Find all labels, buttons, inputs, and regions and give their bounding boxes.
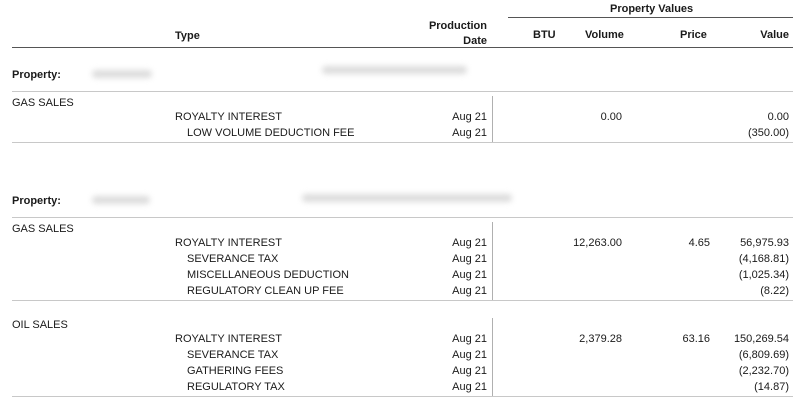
row-value: (6,809.69): [738, 349, 789, 361]
volume-header: Volume: [585, 29, 624, 41]
row-type: ROYALTY INTEREST: [175, 111, 282, 123]
header-rule: [12, 47, 793, 48]
section-rule: [12, 217, 793, 218]
redacted-property-id: [92, 196, 150, 204]
row-type: SEVERANCE TAX: [187, 349, 279, 361]
row-value: 56,975.93: [740, 237, 789, 249]
section-end-rule: [12, 396, 793, 397]
redacted-property-name: [322, 66, 467, 74]
row-value: (4,168.81): [738, 253, 789, 265]
row-date: Aug 21: [452, 111, 487, 123]
category-label: GAS SALES: [12, 97, 74, 109]
row-value: 0.00: [767, 111, 789, 123]
row-type: SEVERANCE TAX: [187, 253, 279, 265]
category-label: GAS SALES: [12, 223, 74, 235]
row-value: (2,232.70): [738, 365, 789, 377]
row-value: (8.22): [760, 285, 789, 297]
property-values-rule: [508, 17, 793, 18]
btu-header: BTU: [533, 29, 556, 41]
category-label: OIL SALES: [12, 319, 68, 331]
property-values-header: Property Values: [610, 3, 694, 15]
row-type: REGULATORY CLEAN UP FEE: [187, 285, 344, 297]
type-header: Type: [175, 30, 200, 42]
section-end-rule: [12, 142, 793, 143]
row-date: Aug 21: [452, 127, 487, 139]
row-date: Aug 21: [452, 365, 487, 377]
row-date: Aug 21: [452, 333, 487, 345]
production-header-line1: Production: [428, 20, 487, 32]
row-date: Aug 21: [452, 349, 487, 361]
row-value: (14.87): [754, 381, 789, 393]
column-divider: [492, 222, 493, 300]
row-date: Aug 21: [452, 253, 487, 265]
production-header-line2: Date: [463, 35, 487, 47]
row-type: LOW VOLUME DEDUCTION FEE: [187, 127, 355, 139]
price-header: Price: [680, 29, 707, 41]
row-value: (350.00): [748, 127, 789, 139]
row-value: (1,025.34): [738, 269, 789, 281]
row-type: ROYALTY INTEREST: [175, 333, 282, 345]
row-volume: 0.00: [600, 111, 622, 123]
group-rule: [12, 300, 793, 301]
row-type: GATHERING FEES: [187, 365, 284, 377]
property-label: Property:: [12, 69, 61, 81]
section-rule: [12, 91, 793, 92]
property-label: Property:: [12, 195, 61, 207]
row-date: Aug 21: [452, 269, 487, 281]
row-date: Aug 21: [452, 381, 487, 393]
row-date: Aug 21: [452, 285, 487, 297]
row-type: REGULATORY TAX: [187, 381, 285, 393]
row-type: ROYALTY INTEREST: [175, 237, 282, 249]
column-divider: [492, 96, 493, 142]
row-date: Aug 21: [452, 237, 487, 249]
row-type: MISCELLANEOUS DEDUCTION: [187, 269, 349, 281]
redacted-property-id: [92, 70, 152, 78]
row-volume: 12,263.00: [573, 237, 622, 249]
row-volume: 2,379.28: [579, 333, 622, 345]
redacted-property-name: [302, 194, 512, 202]
value-header: Value: [760, 29, 789, 41]
row-value: 150,269.54: [733, 333, 789, 345]
column-divider: [492, 318, 493, 396]
